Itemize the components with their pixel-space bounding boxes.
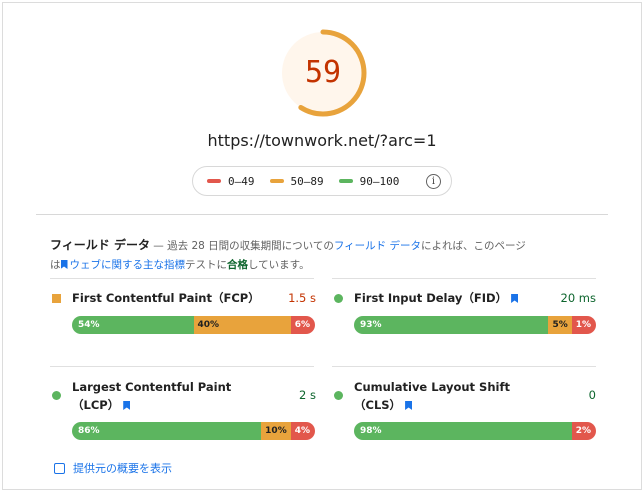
info-icon[interactable]: i (426, 173, 441, 189)
legend-label: 0–49 (228, 174, 255, 188)
metric-name: Cumulative Layout Shift （CLS） (354, 378, 544, 414)
segment-poor: 6% (290, 316, 315, 334)
core-web-vitals-link[interactable]: ウェブに関する主な指標 (70, 259, 186, 271)
segment-needs-improvement: 5% (548, 316, 572, 334)
metric-name-abbr: （LCP） (72, 398, 120, 412)
metric-name-text: First Input Delay（FID） (354, 291, 508, 305)
field-data-description: フィールド データ — 過去 28 日間の収集期間についてのフィールド データに… (50, 236, 550, 275)
segment-poor: 1% (571, 316, 596, 334)
description-text: しています。 (248, 259, 310, 271)
distribution-bar: 93% 5% 1% (354, 316, 596, 334)
score-value: 59 (304, 55, 342, 90)
legend-item-fail: 0–49 (207, 175, 255, 188)
metric-name: Largest Contentful Paint （LCP） (72, 378, 262, 414)
segment-good: 93% (354, 316, 549, 334)
metric-divider (332, 366, 596, 367)
orange-square-icon (52, 294, 61, 303)
metric-fcp: First Contentful Paint（FCP） 1.5 s 54% 40… (52, 290, 316, 334)
segment-good: 98% (354, 422, 572, 440)
metric-divider (50, 366, 314, 367)
green-circle-icon (334, 391, 343, 400)
description-text: は (50, 259, 61, 271)
origin-summary-checkbox[interactable] (54, 462, 65, 474)
metric-divider (50, 278, 314, 279)
segment-poor: 4% (290, 422, 315, 440)
description-text: テストに (185, 259, 227, 271)
segment-good: 86% (72, 422, 262, 440)
metric-name-text: Largest Contentful Paint (72, 380, 232, 394)
score-gauge: 59 (278, 28, 368, 118)
legend-item-average: 50–89 (269, 174, 324, 188)
origin-summary-label[interactable]: 提供元の概要を表示 (73, 460, 172, 476)
bookmark-icon[interactable] (405, 401, 413, 410)
metric-name: First Input Delay（FID） (354, 290, 544, 306)
pass-label: 合格 (227, 259, 248, 271)
legend-item-pass: 90–100 (338, 174, 400, 188)
section-divider (36, 214, 608, 215)
page-url: https://townwork.net/?arc=1 (207, 131, 437, 150)
field-data-title: フィールド データ (50, 238, 150, 252)
show-origin-summary[interactable]: 提供元の概要を表示 (54, 460, 172, 476)
segment-good: 54% (72, 316, 194, 334)
green-circle-icon (52, 391, 61, 400)
bookmark-icon[interactable] (123, 401, 131, 410)
distribution-bar: 54% 40% 6% (72, 316, 315, 334)
bookmark-icon (60, 260, 68, 269)
legend-label: 50–89 (290, 174, 324, 188)
distribution-bar: 86% 10% 4% (72, 422, 315, 440)
distribution-bar: 98% 2% (354, 422, 596, 440)
bookmark-icon[interactable] (511, 294, 519, 303)
metric-lcp: Largest Contentful Paint （LCP） 2 s 86% 1… (52, 378, 316, 440)
segment-needs-improvement: 10% (261, 422, 291, 440)
metric-cls: Cumulative Layout Shift （CLS） 0 98% 2% (334, 378, 596, 440)
metric-divider (332, 278, 596, 279)
score-legend: 0–49 50–89 90–100 i (192, 166, 452, 196)
description-text: — 過去 28 日間の収集期間についての (149, 240, 334, 252)
metric-name-abbr: （CLS） (354, 398, 402, 412)
metric-fid: First Input Delay（FID） 20 ms 93% 5% 1% (334, 290, 596, 334)
metric-value: 20 ms (560, 291, 596, 305)
description-text: によれば、このページ (421, 240, 526, 252)
green-circle-icon (334, 294, 343, 303)
legend-swatch-red (207, 179, 221, 183)
field-data-link[interactable]: フィールド データ (334, 240, 421, 252)
metric-name: First Contentful Paint（FCP） (72, 291, 260, 305)
legend-label: 90–100 (359, 174, 400, 188)
metric-name-text: Cumulative Layout Shift (354, 380, 510, 394)
legend-swatch-orange (269, 179, 284, 183)
segment-needs-improvement: 40% (193, 316, 291, 334)
legend-swatch-green (338, 179, 353, 183)
metric-value: 2 s (299, 388, 316, 402)
segment-poor: 2% (571, 422, 596, 440)
metric-value: 0 (588, 388, 596, 402)
metric-value: 1.5 s (288, 291, 316, 305)
